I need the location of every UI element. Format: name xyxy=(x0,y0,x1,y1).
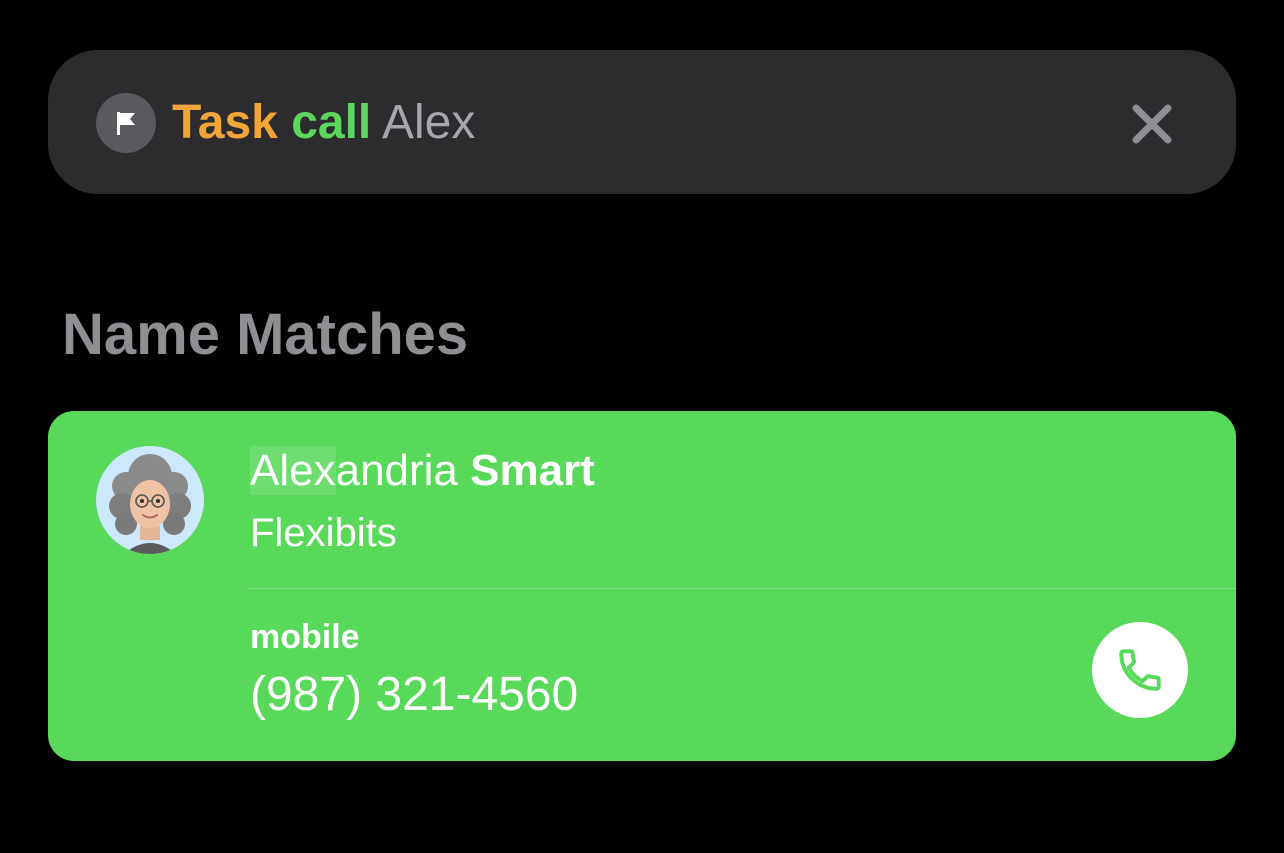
first-name-rest: andria xyxy=(335,446,458,495)
last-name: Smart xyxy=(470,446,595,495)
section-heading: Name Matches xyxy=(62,302,469,367)
query-keyword-call: call xyxy=(291,96,372,149)
divider xyxy=(248,588,1236,589)
search-input[interactable]: Task call Alex xyxy=(172,92,475,154)
query-argument: Alex xyxy=(381,96,476,149)
name-match-highlight: Alex xyxy=(250,446,336,495)
close-icon xyxy=(1132,104,1172,144)
contact-company: Flexibits xyxy=(250,511,397,555)
clear-button[interactable] xyxy=(1122,94,1182,154)
query-keyword-task: Task xyxy=(172,96,278,149)
call-button[interactable] xyxy=(1092,622,1188,718)
contact-name: Alexandria Smart xyxy=(250,443,595,499)
flag-icon xyxy=(96,93,156,153)
avatar xyxy=(96,446,204,554)
phone-label: mobile xyxy=(250,618,360,656)
contact-card[interactable]: Alexandria Smart Flexibits mobile (987) … xyxy=(48,411,1236,761)
phone-number[interactable]: (987) 321-4560 xyxy=(250,665,578,725)
phone-icon xyxy=(1119,649,1161,691)
